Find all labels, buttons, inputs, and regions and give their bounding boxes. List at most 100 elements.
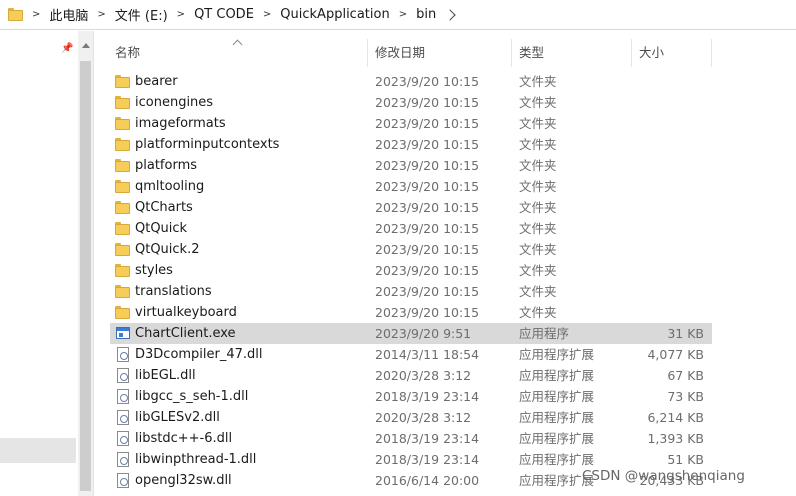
file-row[interactable]: imageformats 2023/9/20 10:15 文件夹 <box>110 113 712 134</box>
file-name: libEGL.dll <box>135 368 196 383</box>
column-header-type[interactable]: 类型 <box>514 39 632 67</box>
scroll-up-arrow-icon[interactable] <box>82 43 90 48</box>
file-type: 文件夹 <box>519 242 557 257</box>
file-row[interactable]: translations 2023/9/20 10:15 文件夹 <box>110 281 712 302</box>
file-type: 文件夹 <box>519 74 557 89</box>
file-type: 文件夹 <box>519 284 557 299</box>
file-date: 2018/3/19 23:14 <box>375 452 480 467</box>
breadcrumb-drive-e[interactable]: 文件 (E:) <box>115 5 168 24</box>
file-row[interactable]: styles 2023/9/20 10:15 文件夹 <box>110 260 712 281</box>
file-size: 4,077 KB <box>647 347 704 362</box>
file-row[interactable]: libwinpthread-1.dll 2018/3/19 23:14 应用程序扩展… <box>110 449 712 470</box>
breadcrumb-separator[interactable]: > <box>263 9 271 20</box>
dll-icon <box>115 473 131 488</box>
folder-icon <box>115 221 131 236</box>
file-row[interactable]: qmltooling 2023/9/20 10:15 文件夹 <box>110 176 712 197</box>
file-date: 2016/6/14 20:00 <box>375 473 480 488</box>
breadcrumb-quickapplication[interactable]: QuickApplication <box>280 7 389 22</box>
folder-icon <box>115 179 131 194</box>
file-row[interactable]: D3Dcompiler_47.dll 2014/3/11 18:54 应用程序扩展 4… <box>110 344 712 365</box>
file-row[interactable]: QtQuick 2023/9/20 10:15 文件夹 <box>110 218 712 239</box>
breadcrumb-separator[interactable]: > <box>177 9 185 20</box>
file-date: 2023/9/20 10:15 <box>375 242 480 257</box>
file-name: libgcc_s_seh-1.dll <box>135 389 249 404</box>
file-name: qmltooling <box>135 179 205 194</box>
folder-icon <box>115 200 131 215</box>
file-row[interactable]: iconengines 2023/9/20 10:15 文件夹 <box>110 92 712 113</box>
file-name: imageformats <box>135 116 226 131</box>
file-date: 2023/9/20 10:15 <box>375 284 480 299</box>
file-list[interactable]: 名称 修改日期 类型 大小 bearer 2023/9/20 10:15 文件夹 ic… <box>110 31 796 496</box>
folder-icon <box>115 263 131 278</box>
folder-icon <box>115 284 131 299</box>
file-row[interactable]: platforms 2023/9/20 10:15 文件夹 <box>110 155 712 176</box>
file-name: virtualkeyboard <box>135 305 237 320</box>
nav-scrollbar[interactable] <box>78 31 94 496</box>
chevron-down-icon[interactable] <box>444 9 456 21</box>
file-name: libstdc++-6.dll <box>135 431 233 446</box>
column-header-name[interactable]: 名称 <box>110 39 368 67</box>
file-name: platforms <box>135 158 198 173</box>
file-name: opengl32sw.dll <box>135 473 232 488</box>
file-row[interactable]: bearer 2023/9/20 10:15 文件夹 <box>110 71 712 92</box>
file-date: 2023/9/20 10:15 <box>375 179 480 194</box>
folder-icon <box>115 74 131 89</box>
column-header-size[interactable]: 大小 <box>634 39 712 67</box>
file-name: translations <box>135 284 212 299</box>
folder-icon <box>115 242 131 257</box>
file-size: 73 KB <box>667 389 704 404</box>
file-type: 应用程序扩展 <box>519 347 595 362</box>
breadcrumb-separator[interactable]: > <box>32 9 40 20</box>
breadcrumb-separator[interactable]: > <box>399 9 407 20</box>
file-row[interactable]: libstdc++-6.dll 2018/3/19 23:14 应用程序扩展 1,39… <box>110 428 712 449</box>
folder-icon <box>8 8 23 21</box>
file-name: libGLESv2.dll <box>135 410 220 425</box>
file-name: platforminputcontexts <box>135 137 280 152</box>
file-type: 文件夹 <box>519 305 557 320</box>
file-row[interactable]: libEGL.dll 2020/3/28 3:12 应用程序扩展 67 KB <box>110 365 712 386</box>
file-row[interactable]: libgcc_s_seh-1.dll 2018/3/19 23:14 应用程序扩展 7… <box>110 386 712 407</box>
breadcrumb-bin[interactable]: bin <box>416 7 436 22</box>
watermark: CSDN @wangshenqiang <box>582 468 745 484</box>
folder-icon <box>115 116 131 131</box>
file-date: 2020/3/28 3:12 <box>375 368 472 383</box>
scrollbar-thumb[interactable] <box>80 61 91 491</box>
file-type: 文件夹 <box>519 137 557 152</box>
file-type: 文件夹 <box>519 158 557 173</box>
breadcrumb-qt-code[interactable]: QT CODE <box>194 7 254 22</box>
file-type: 文件夹 <box>519 116 557 131</box>
file-type: 应用程序扩展 <box>519 452 595 467</box>
file-date: 2020/3/28 3:12 <box>375 410 472 425</box>
nav-selected-item[interactable] <box>0 438 76 463</box>
file-row[interactable]: QtCharts 2023/9/20 10:15 文件夹 <box>110 197 712 218</box>
dll-icon <box>115 431 131 446</box>
file-row[interactable]: libGLESv2.dll 2020/3/28 3:12 应用程序扩展 6,214 K… <box>110 407 712 428</box>
dll-icon <box>115 389 131 404</box>
file-date: 2023/9/20 10:15 <box>375 221 480 236</box>
file-size: 1,393 KB <box>647 431 704 446</box>
file-row[interactable]: ChartClient.exe 2023/9/20 9:51 应用程序 31 KB <box>110 323 712 344</box>
file-name: iconengines <box>135 95 214 110</box>
file-name: libwinpthread-1.dll <box>135 452 257 467</box>
file-date: 2018/3/19 23:14 <box>375 431 480 446</box>
file-row[interactable]: QtQuick.2 2023/9/20 10:15 文件夹 <box>110 239 712 260</box>
breadcrumb-separator[interactable]: > <box>97 9 105 20</box>
file-date: 2023/9/20 10:15 <box>375 158 480 173</box>
file-rows: bearer 2023/9/20 10:15 文件夹 iconengines 2023/… <box>110 71 796 491</box>
file-date: 2014/3/11 18:54 <box>375 347 480 362</box>
file-date: 2023/9/20 10:15 <box>375 305 480 320</box>
column-header-date[interactable]: 修改日期 <box>370 39 512 67</box>
file-row[interactable]: platforminputcontexts 2023/9/20 10:15 文件夹 <box>110 134 712 155</box>
file-size: 31 KB <box>667 326 704 341</box>
file-date: 2018/3/19 23:14 <box>375 389 480 404</box>
address-bar[interactable]: > 此电脑 > 文件 (E:) > QT CODE > QuickApplica… <box>0 0 796 30</box>
file-size: 67 KB <box>667 368 704 383</box>
file-type: 文件夹 <box>519 95 557 110</box>
file-type: 文件夹 <box>519 221 557 236</box>
file-row[interactable]: virtualkeyboard 2023/9/20 10:15 文件夹 <box>110 302 712 323</box>
dll-icon <box>115 347 131 362</box>
pin-icon[interactable]: 📌 <box>61 43 73 54</box>
folder-icon <box>115 305 131 320</box>
navigation-pane[interactable]: 📌 <box>0 31 78 496</box>
breadcrumb-this-pc[interactable]: 此电脑 <box>49 5 88 24</box>
